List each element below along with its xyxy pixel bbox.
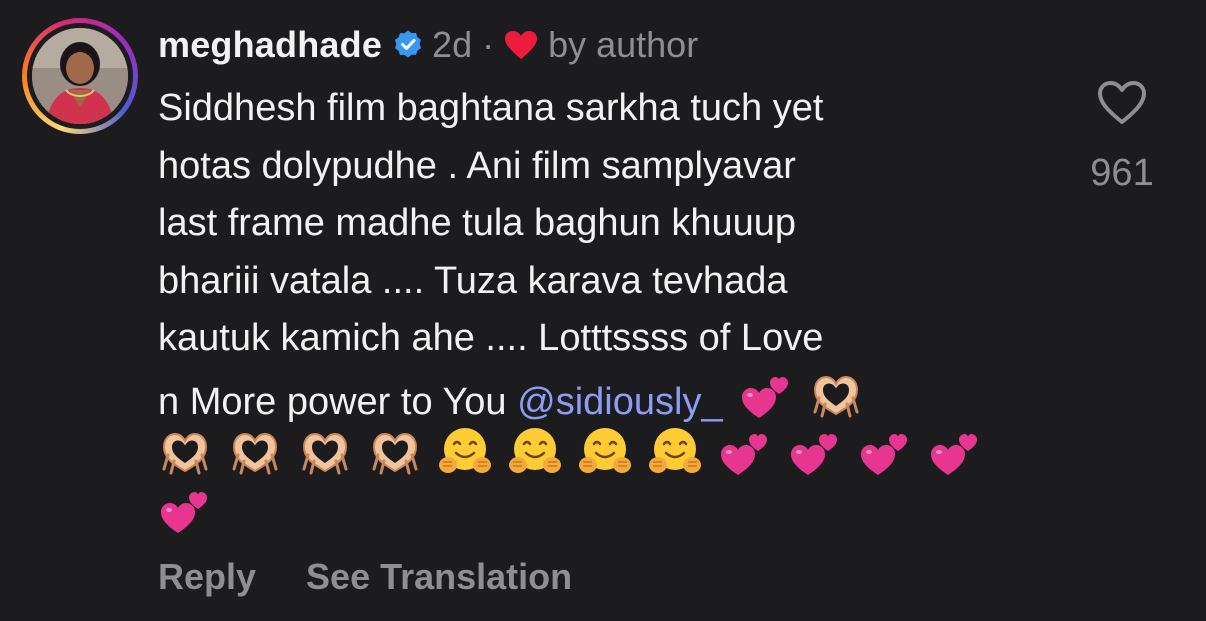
- hugging-face-emoji: [578, 425, 632, 479]
- emoji-row: [158, 483, 1038, 541]
- two-hearts-emoji: [718, 425, 772, 479]
- avatar-photo: [32, 28, 128, 124]
- two-hearts-emoji: [788, 425, 842, 479]
- comment-line: Siddhesh film baghtana sarkha tuch yet: [158, 87, 824, 129]
- comment-line: hotas dolypudhe . Ani film samplyavar: [158, 144, 796, 187]
- separator-dot: ·: [482, 24, 495, 65]
- by-author-label: by author: [548, 24, 699, 65]
- verified-badge-icon: [392, 29, 424, 61]
- heart-hands-emoji: [298, 425, 352, 479]
- two-hearts-emoji: [928, 425, 982, 479]
- heart-hands-emoji: [368, 425, 422, 479]
- username[interactable]: meghadhade: [158, 24, 382, 66]
- avatar-image: [32, 28, 128, 124]
- reply-button[interactable]: Reply: [158, 556, 256, 598]
- heart-hands-emoji: [228, 425, 282, 479]
- comment-line-text: n More power to You: [158, 380, 518, 423]
- comment-line: kautuk kamich ahe .... Lotttssss of Love: [158, 317, 824, 359]
- heart-hands-emoji: [158, 425, 212, 479]
- heart-hands-emoji: [809, 368, 863, 422]
- see-translation-button[interactable]: See Translation: [306, 556, 572, 598]
- emoji-row: [158, 425, 1038, 483]
- two-hearts-emoji: [858, 425, 912, 479]
- two-hearts-emoji: [739, 368, 793, 422]
- comment-line-last: n More power to You @sidiously_: [158, 368, 1038, 426]
- mention-link[interactable]: @sidiously_: [517, 381, 722, 423]
- comment-header: meghadhade 2d · by author: [158, 20, 698, 70]
- hugging-face-emoji: [508, 425, 562, 479]
- heart-filled-icon: [504, 30, 538, 60]
- comment-actions: Reply See Translation: [158, 556, 572, 598]
- timestamp: 2d: [432, 24, 473, 65]
- comment-line: bhariii vatala .... Tuza karava tevhada: [158, 259, 788, 302]
- comment-line: last frame madhe tula baghun khuuup: [158, 202, 796, 244]
- like-count: 961: [1090, 152, 1154, 194]
- hugging-face-emoji: [648, 425, 702, 479]
- avatar[interactable]: [22, 18, 138, 134]
- hugging-face-emoji: [438, 425, 492, 479]
- two-hearts-emoji: [158, 483, 212, 537]
- comment: meghadhade 2d · by author Siddhesh film …: [0, 0, 1206, 621]
- comment-text: Siddhesh film baghtana sarkha tuch yet h…: [158, 80, 1038, 540]
- heart-outline-icon[interactable]: [1097, 80, 1147, 126]
